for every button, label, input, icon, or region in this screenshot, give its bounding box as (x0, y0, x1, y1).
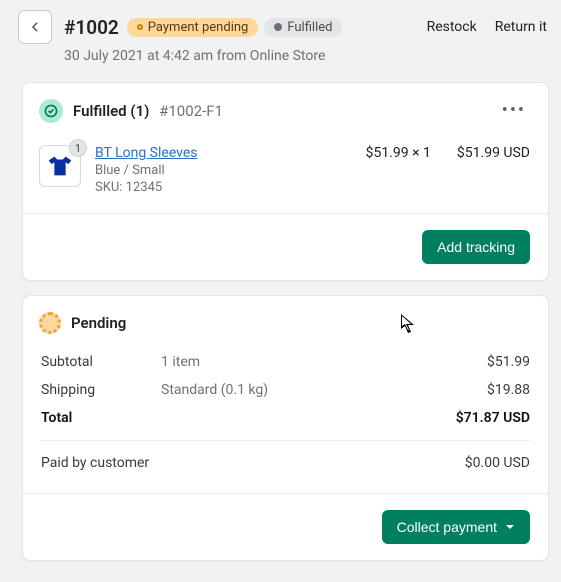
restock-action[interactable]: Restock (427, 19, 477, 35)
add-tracking-button[interactable]: Add tracking (422, 230, 530, 264)
summary-row-shipping: Shipping Standard (0.1 kg) $19.88 (41, 376, 530, 404)
shirt-icon (45, 151, 75, 181)
summary-row-total: Total $71.87 USD (41, 404, 530, 432)
payment-status-label: Payment pending (148, 20, 249, 35)
unit-price: $51.99 × 1 (366, 145, 431, 161)
return-action[interactable]: Return it (495, 19, 547, 35)
fulfillment-status-label: Fulfilled (287, 20, 332, 35)
fulfillment-status-badge: Fulfilled (264, 18, 342, 37)
line-total: $51.99 USD (457, 145, 530, 161)
summary-row-paid: Paid by customer $0.00 USD (41, 449, 530, 477)
product-sku: SKU: 12345 (95, 180, 366, 195)
shipping-desc: Standard (0.1 kg) (161, 382, 430, 398)
paid-value: $0.00 USD (430, 455, 530, 471)
dot-icon (274, 23, 282, 31)
more-actions-button[interactable]: ••• (498, 106, 530, 116)
paid-label: Paid by customer (41, 455, 221, 471)
order-number: #1002 (64, 16, 119, 39)
arrow-left-icon (27, 19, 43, 35)
subtotal-value: $51.99 (430, 354, 530, 370)
subtotal-label: Subtotal (41, 354, 161, 370)
subtotal-desc: 1 item (161, 354, 430, 370)
payment-status-badge: Payment pending (127, 18, 259, 37)
product-name-link[interactable]: BT Long Sleeves (95, 145, 366, 161)
total-label: Total (41, 410, 161, 426)
quantity-badge: 1 (69, 139, 87, 157)
fulfillment-card: Fulfilled (1) #1002-F1 ••• 1 BT Long Sle… (22, 82, 549, 281)
payment-card: Pending Subtotal 1 item $51.99 Shipping … (22, 295, 549, 561)
shipping-label: Shipping (41, 382, 161, 398)
payment-card-title: Pending (71, 314, 126, 332)
shipping-value: $19.88 (430, 382, 530, 398)
fulfilled-status-icon (39, 99, 63, 123)
product-variant: Blue / Small (95, 163, 366, 178)
summary-row-subtotal: Subtotal 1 item $51.99 (41, 348, 530, 376)
fulfillment-card-title: Fulfilled (1) #1002-F1 (73, 102, 223, 120)
line-item: 1 BT Long Sleeves Blue / Small SKU: 1234… (23, 133, 548, 213)
total-value: $71.87 USD (430, 410, 530, 426)
fulfillment-ref: #1002-F1 (159, 102, 223, 120)
collect-payment-button[interactable]: Collect payment (382, 510, 530, 544)
pending-status-icon (39, 312, 61, 334)
chevron-down-icon (505, 522, 515, 532)
payment-summary: Subtotal 1 item $51.99 Shipping Standard… (23, 344, 548, 493)
back-button[interactable] (18, 10, 52, 44)
order-timestamp: 30 July 2021 at 4:42 am from Online Stor… (0, 48, 561, 76)
open-circle-icon (137, 24, 143, 30)
order-header: #1002 Payment pending Fulfilled Restock … (0, 0, 561, 48)
check-circle-icon (43, 103, 59, 119)
